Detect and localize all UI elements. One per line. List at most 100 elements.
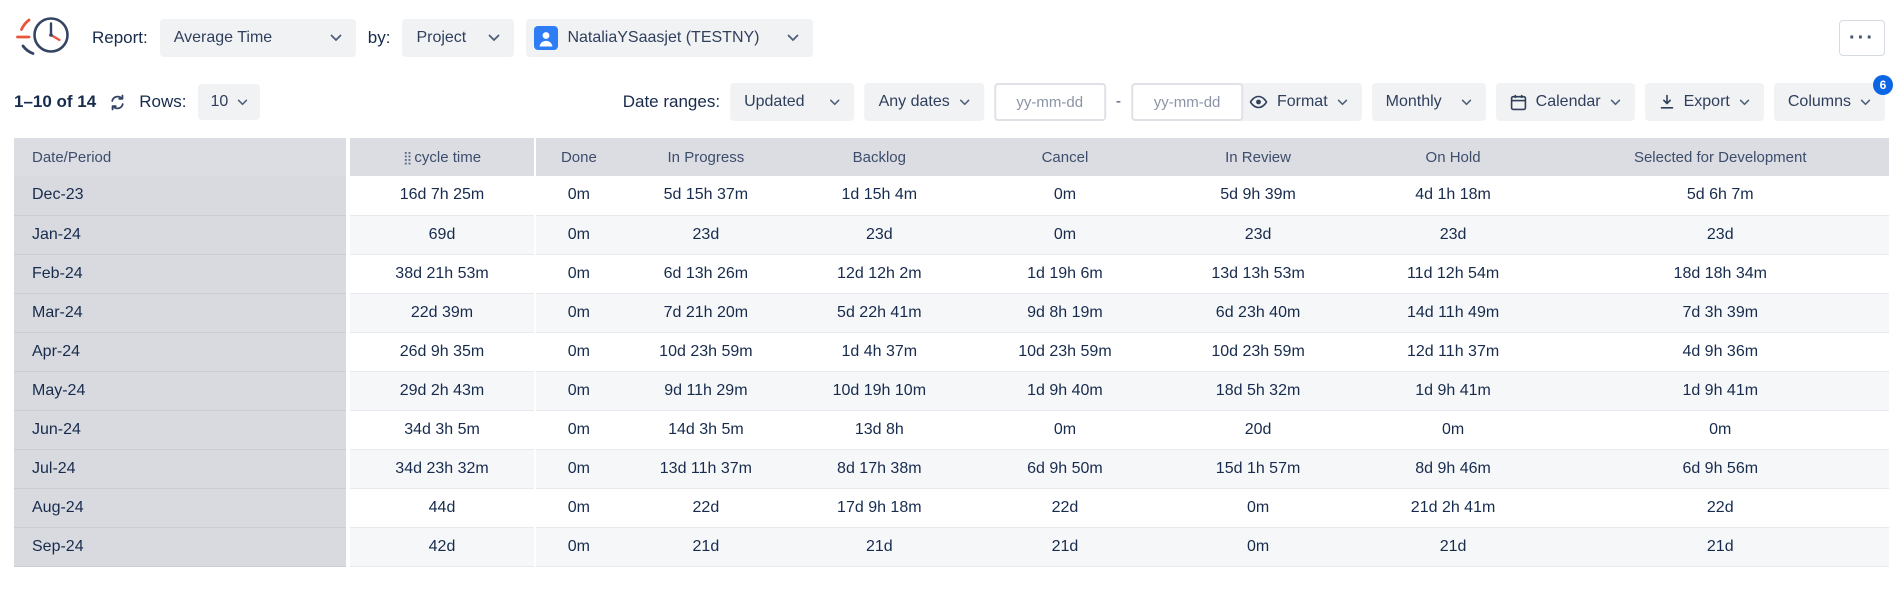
value-cell: 6d 23h 40m [1162,293,1355,332]
value-cell: 29d 2h 43m [348,371,536,410]
value-cell: 21d 2h 41m [1355,488,1552,527]
value-cell: 21d [790,527,968,566]
column-header: In Review [1162,138,1355,176]
date-preset-value: Any dates [879,93,950,111]
date-to-input[interactable] [1131,83,1243,121]
table-row: Aug-2444d0m22d17d 9h 18m22d0m21d 2h 41m2… [14,488,1889,527]
value-cell: 12d 11h 37m [1355,332,1552,371]
date-range-separator: - [1116,93,1121,111]
value-cell: 0m [535,410,621,449]
value-cell: 4d 1h 18m [1355,176,1552,215]
period-cell: Jun-24 [14,410,348,449]
value-cell: 22d [622,488,791,527]
period-select[interactable]: Monthly [1372,83,1486,121]
columns-label: Columns [1788,93,1851,111]
column-header-label: Backlog [853,149,906,166]
period-cell: Feb-24 [14,254,348,293]
value-cell: 23d [1552,215,1890,254]
chevron-down-icon [488,34,500,42]
more-options-button[interactable]: ··· [1839,20,1885,56]
value-cell: 1d 15h 4m [790,176,968,215]
column-header: Cancel [968,138,1161,176]
export-select[interactable]: Export [1645,83,1764,121]
value-cell: 21d [1552,527,1890,566]
value-cell: 0m [535,254,621,293]
value-cell: 23d [790,215,968,254]
value-cell: 0m [535,176,621,215]
date-field-select[interactable]: Updated [730,83,855,121]
format-select[interactable]: Format [1235,83,1362,121]
value-cell: 1d 9h 41m [1355,371,1552,410]
value-cell: 9d 11h 29m [622,371,791,410]
table-row: Jun-2434d 3h 5m0m14d 3h 5m13d 8h0m20d0m0… [14,410,1889,449]
value-cell: 10d 23h 59m [968,332,1161,371]
table-row: Sep-2442d0m21d21d21d0m21d21d [14,527,1889,566]
table-row: Mar-2422d 39m0m7d 21h 20m5d 22h 41m9d 8h… [14,293,1889,332]
columns-count-badge: 6 [1873,75,1893,95]
calendar-select[interactable]: Calendar [1496,83,1635,121]
value-cell: 21d [622,527,791,566]
column-header-label: In Progress [668,149,745,166]
group-by-select[interactable]: Project [402,19,514,57]
value-cell: 10d 23h 59m [1162,332,1355,371]
table-header-row: Date/Period ⣿cycle time Done In Progress Bac… [14,138,1889,176]
column-header-label: Done [561,149,597,166]
column-header: Backlog [790,138,968,176]
date-range-controls: Date ranges: Updated Any dates - [623,83,1243,121]
column-header[interactable]: ⣿cycle time [348,138,536,176]
date-field-value: Updated [744,93,805,111]
toolbar-right: Format Monthly Calendar [1235,83,1885,121]
value-cell: 6d 13h 26m [622,254,791,293]
value-cell: 22d [1552,488,1890,527]
refresh-icon[interactable] [108,93,127,112]
value-cell: 0m [535,449,621,488]
more-options-label: ··· [1849,27,1875,49]
report-table: Date/Period ⣿cycle time Done In Progress Bac… [14,138,1889,567]
value-cell: 23d [622,215,791,254]
value-cell: 0m [1162,488,1355,527]
report-type-select[interactable]: Average Time [160,19,356,57]
column-header: On Hold [1355,138,1552,176]
column-header-label: Date/Period [32,149,111,166]
project-select[interactable]: NataliaYSaasjet (TESTNY) [526,19,812,57]
value-cell: 13d 13h 53m [1162,254,1355,293]
value-cell: 8d 17h 38m [790,449,968,488]
table-row: Apr-2426d 9h 35m0m10d 23h 59m1d 4h 37m10… [14,332,1889,371]
value-cell: 1d 9h 41m [1552,371,1890,410]
value-cell: 16d 7h 25m [348,176,536,215]
value-cell: 0m [535,332,621,371]
value-cell: 14d 11h 49m [1355,293,1552,332]
period-cell: May-24 [14,371,348,410]
value-cell: 18d 5h 32m [1162,371,1355,410]
format-label: Format [1277,93,1328,111]
table-row: Feb-2438d 21h 53m0m6d 13h 26m12d 12h 2m1… [14,254,1889,293]
value-cell: 5d 15h 37m [622,176,791,215]
date-preset-select[interactable]: Any dates [865,83,984,121]
chevron-down-icon [1461,99,1472,106]
column-header-label: Cancel [1042,149,1089,166]
value-cell: 17d 9h 18m [790,488,968,527]
value-cell: 14d 3h 5m [622,410,791,449]
date-from-input[interactable] [994,83,1106,121]
chevron-down-icon [1610,99,1621,106]
chevron-down-icon [237,99,248,106]
columns-select[interactable]: Columns 6 [1774,83,1885,121]
value-cell: 5d 9h 39m [1162,176,1355,215]
value-cell: 13d 8h [790,410,968,449]
period-cell: Aug-24 [14,488,348,527]
table-row: Jul-2434d 23h 32m0m13d 11h 37m8d 17h 38m… [14,449,1889,488]
value-cell: 6d 9h 56m [1552,449,1890,488]
value-cell: 20d [1162,410,1355,449]
value-cell: 0m [535,293,621,332]
column-header: Done [535,138,621,176]
value-cell: 8d 9h 46m [1355,449,1552,488]
value-cell: 11d 12h 54m [1355,254,1552,293]
value-cell: 6d 9h 50m [968,449,1161,488]
date-ranges-label: Date ranges: [623,92,720,112]
drag-grip-icon: ⣿ [403,150,412,165]
report-type-value: Average Time [174,29,321,47]
rows-per-page-select[interactable]: 10 [198,84,260,120]
value-cell: 0m [535,488,621,527]
chevron-down-icon [1739,99,1750,106]
value-cell: 5d 22h 41m [790,293,968,332]
